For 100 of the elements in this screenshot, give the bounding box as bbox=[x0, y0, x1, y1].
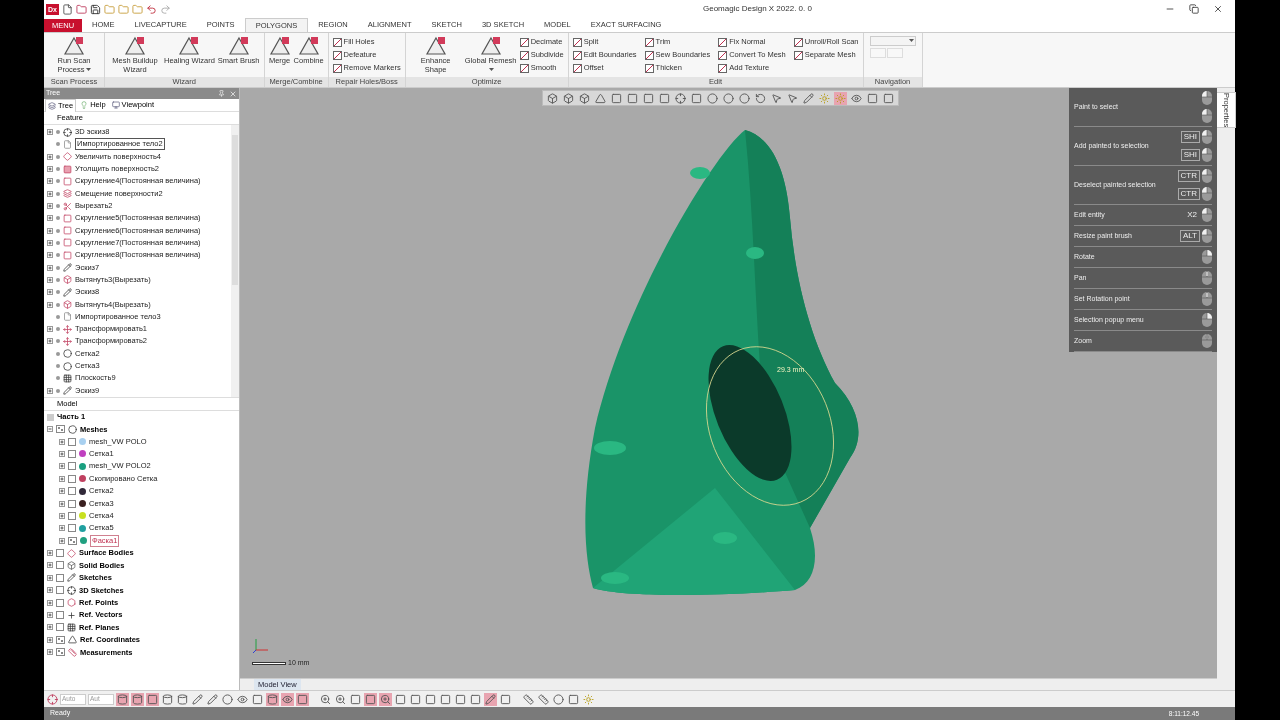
expand-icon[interactable] bbox=[47, 612, 53, 619]
square-icon[interactable] bbox=[610, 91, 623, 105]
circle-icon[interactable] bbox=[221, 692, 234, 706]
zoom-icon[interactable] bbox=[334, 692, 347, 706]
close-icon[interactable] bbox=[1213, 4, 1223, 14]
expand-icon[interactable] bbox=[47, 624, 53, 631]
save-icon[interactable] bbox=[89, 3, 101, 15]
expand-icon[interactable] bbox=[47, 190, 53, 197]
expand-icon[interactable] bbox=[47, 599, 53, 606]
pencil-icon[interactable] bbox=[191, 692, 204, 706]
expand-icon[interactable] bbox=[59, 500, 65, 507]
checkbox[interactable] bbox=[56, 549, 64, 558]
square-icon[interactable] bbox=[642, 91, 655, 105]
checkbox[interactable] bbox=[56, 598, 64, 607]
cube-icon[interactable] bbox=[578, 91, 591, 105]
cylinder-icon[interactable] bbox=[116, 692, 129, 706]
pin-icon[interactable] bbox=[218, 90, 225, 97]
square-icon[interactable] bbox=[296, 692, 309, 706]
expand-icon[interactable] bbox=[47, 215, 53, 222]
checkbox[interactable] bbox=[56, 561, 64, 570]
scrollbar[interactable] bbox=[231, 125, 239, 397]
cube-icon[interactable] bbox=[562, 91, 575, 105]
square-icon[interactable] bbox=[146, 692, 159, 706]
collapse-icon[interactable] bbox=[47, 426, 53, 433]
expand-icon[interactable] bbox=[59, 537, 65, 544]
checkbox[interactable] bbox=[68, 511, 76, 520]
expand-icon[interactable] bbox=[47, 178, 53, 185]
expand-icon[interactable] bbox=[47, 562, 53, 569]
cylinder-icon[interactable] bbox=[161, 692, 174, 706]
visibility-toggle[interactable] bbox=[56, 648, 65, 657]
pointer-icon[interactable] bbox=[786, 91, 799, 105]
visibility-toggle[interactable] bbox=[56, 425, 65, 434]
expand-icon[interactable] bbox=[47, 387, 53, 394]
checkbox[interactable] bbox=[68, 474, 76, 483]
undo-icon[interactable] bbox=[145, 3, 157, 15]
expand-icon[interactable] bbox=[59, 438, 65, 445]
expand-icon[interactable] bbox=[47, 276, 53, 283]
zoom-icon[interactable] bbox=[319, 692, 332, 706]
circle-icon[interactable] bbox=[738, 91, 751, 105]
square-icon[interactable] bbox=[439, 692, 452, 706]
visibility-toggle[interactable] bbox=[56, 635, 65, 644]
cube-icon[interactable] bbox=[546, 91, 559, 105]
expand-icon[interactable] bbox=[59, 450, 65, 457]
square-icon[interactable] bbox=[424, 692, 437, 706]
cylinder-icon[interactable] bbox=[176, 692, 189, 706]
select-icon[interactable] bbox=[47, 693, 58, 705]
square-icon[interactable] bbox=[349, 692, 362, 706]
rotate-icon[interactable] bbox=[754, 91, 767, 105]
square-icon[interactable] bbox=[866, 91, 879, 105]
expand-icon[interactable] bbox=[47, 301, 53, 308]
square-icon[interactable] bbox=[409, 692, 422, 706]
square-icon[interactable] bbox=[469, 692, 482, 706]
checkbox[interactable] bbox=[56, 611, 64, 620]
square-icon[interactable] bbox=[251, 692, 264, 706]
expand-icon[interactable] bbox=[47, 550, 53, 557]
visibility-toggle[interactable] bbox=[68, 536, 77, 545]
eye-icon[interactable] bbox=[281, 692, 294, 706]
expand-icon[interactable] bbox=[47, 153, 53, 160]
expand-icon[interactable] bbox=[47, 227, 53, 234]
square-icon[interactable] bbox=[690, 91, 703, 105]
circle-icon[interactable] bbox=[706, 91, 719, 105]
square-icon[interactable] bbox=[567, 692, 580, 706]
checkbox[interactable] bbox=[68, 437, 76, 446]
crosshair-icon[interactable] bbox=[674, 91, 687, 105]
circle-icon[interactable] bbox=[552, 692, 565, 706]
expand-icon[interactable] bbox=[47, 166, 53, 173]
pencil-icon[interactable] bbox=[484, 692, 497, 706]
ruler-icon[interactable] bbox=[537, 692, 550, 706]
checkbox[interactable] bbox=[56, 586, 64, 595]
pencil-icon[interactable] bbox=[802, 91, 815, 105]
sun-icon[interactable] bbox=[582, 692, 595, 706]
expand-icon[interactable] bbox=[47, 649, 53, 656]
expand-icon[interactable] bbox=[47, 338, 53, 345]
circle-icon[interactable] bbox=[722, 91, 735, 105]
triangle-icon[interactable] bbox=[594, 91, 607, 105]
new-file-icon[interactable] bbox=[61, 3, 73, 15]
zoom-icon[interactable] bbox=[379, 692, 392, 706]
expand-icon[interactable] bbox=[59, 525, 65, 532]
square-icon[interactable] bbox=[882, 91, 895, 105]
square-icon[interactable] bbox=[454, 692, 467, 706]
cylinder-icon[interactable] bbox=[266, 692, 279, 706]
square-icon[interactable] bbox=[364, 692, 377, 706]
expand-icon[interactable] bbox=[47, 587, 53, 594]
checkbox[interactable] bbox=[68, 462, 76, 471]
checkbox[interactable] bbox=[68, 449, 76, 458]
square-icon[interactable] bbox=[658, 91, 671, 105]
checkbox[interactable] bbox=[56, 573, 64, 582]
checkbox[interactable] bbox=[56, 623, 64, 632]
expand-icon[interactable] bbox=[47, 326, 53, 333]
restore-icon[interactable] bbox=[1189, 4, 1199, 14]
expand-icon[interactable] bbox=[47, 636, 53, 643]
square-icon[interactable] bbox=[626, 91, 639, 105]
checkbox[interactable] bbox=[68, 524, 76, 533]
expand-icon[interactable] bbox=[47, 289, 53, 296]
expand-icon[interactable] bbox=[47, 252, 53, 259]
expand-icon[interactable] bbox=[47, 239, 53, 246]
checkbox[interactable] bbox=[68, 487, 76, 496]
expand-icon[interactable] bbox=[59, 463, 65, 470]
pencil-icon[interactable] bbox=[206, 692, 219, 706]
expand-icon[interactable] bbox=[59, 512, 65, 519]
